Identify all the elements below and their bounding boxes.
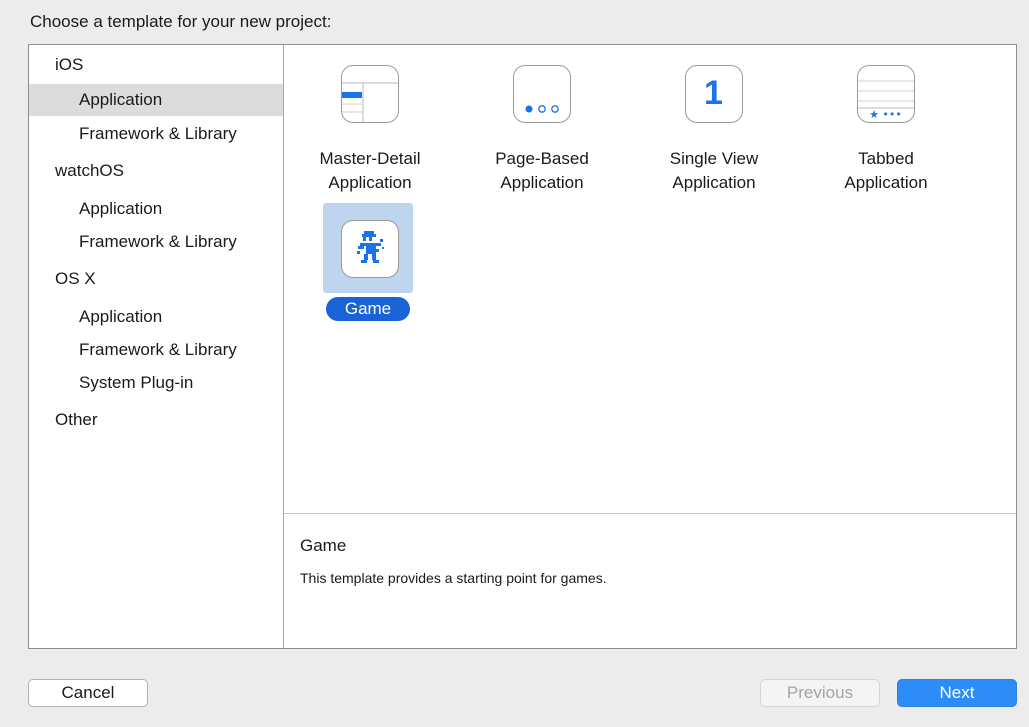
sidebar-item-ios-application[interactable]: Application [29,84,283,116]
sidebar-item-label: iOS [55,55,84,74]
template-grid: Master-Detail Application Page-Based App… [284,45,1016,513]
sidebar-item-ios-framework-library[interactable]: Framework & Library [29,118,283,150]
sidebar-item-osx[interactable]: OS X [29,263,283,295]
sidebar-item-label: OS X [55,269,96,288]
template-chooser-frame: iOS Application Framework & Library watc… [28,44,1017,649]
sidebar-item-label: Other [55,410,98,429]
sidebar-item-label: System Plug-in [79,373,194,392]
template-single-view[interactable]: 1 Single View Application [628,45,800,195]
sidebar-item-osx-application[interactable]: Application [29,301,283,333]
template-label: Page-Based Application [495,149,589,192]
sidebar-item-label: Application [79,199,163,218]
sidebar-item-label: Framework & Library [79,340,237,359]
page-based-icon [513,65,571,123]
single-view-icon: 1 [685,65,743,123]
sidebar-item-other[interactable]: Other [29,404,283,436]
template-description: Game This template provides a starting p… [284,513,1016,648]
sidebar-item-watchos-application[interactable]: Application [29,193,283,225]
sidebar-item-label: watchOS [55,161,124,180]
sidebar-item-label: Application [79,307,163,326]
description-title: Game [300,536,347,555]
template-game[interactable]: Game [284,45,456,335]
sidebar-item-watchos[interactable]: watchOS [29,155,283,187]
previous-button[interactable]: Previous [760,679,880,707]
template-label-selected: Game [326,297,410,321]
template-content: Master-Detail Application Page-Based App… [284,45,1016,648]
sidebar-item-ios[interactable]: iOS [29,49,283,81]
sidebar-item-label: Framework & Library [79,124,237,143]
platform-sidebar: iOS Application Framework & Library watc… [29,45,284,648]
next-button[interactable]: Next [897,679,1017,707]
template-tabbed[interactable]: ★ ••• Tabbed Application [800,45,972,195]
template-page-based[interactable]: Page-Based Application [456,45,628,195]
template-label: Tabbed Application [844,149,928,192]
sidebar-item-label: Framework & Library [79,232,237,251]
tabbed-icon: ★ ••• [857,65,915,123]
sidebar-item-osx-system-plugin[interactable]: System Plug-in [29,367,283,399]
sidebar-item-osx-framework-library[interactable]: Framework & Library [29,334,283,366]
sidebar-item-label: Application [79,90,163,109]
game-icon [341,220,399,278]
sidebar-item-watchos-framework-library[interactable]: Framework & Library [29,226,283,258]
cancel-button[interactable]: Cancel [28,679,148,707]
template-label: Single View Application [669,149,759,192]
page-heading: Choose a template for your new project: [30,12,332,31]
description-text: This template provides a starting point … [300,570,607,586]
